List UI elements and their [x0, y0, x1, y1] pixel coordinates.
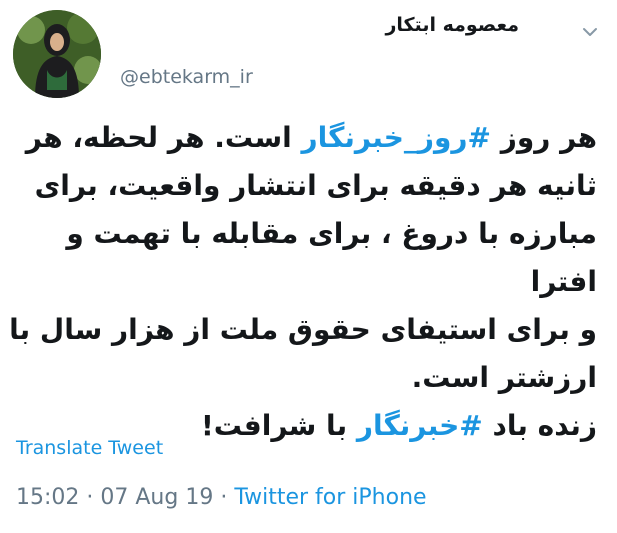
tweet-time[interactable]: 15:02: [16, 485, 79, 510]
meta-separator: ·: [213, 485, 235, 510]
tweet-line: ارزشتر است.: [411, 361, 597, 394]
text-segment: با شرافت!: [201, 409, 357, 442]
author-handle[interactable]: @ebtekarm_ir: [120, 66, 253, 88]
tweet-line: ثانیه هر دقیقه برای انتشار واقعیت، برای: [34, 169, 597, 202]
tweet-card: معصومه ابتکار @ebtekarm_ir هر روز #روز_خ…: [0, 0, 617, 533]
tweet-date[interactable]: 07 Aug 19: [100, 485, 213, 510]
avatar[interactable]: [13, 10, 101, 98]
profile-photo-icon: [13, 10, 101, 98]
author-display-name[interactable]: معصومه ابتکار: [385, 14, 519, 36]
hashtag-link[interactable]: #خبرنگار: [357, 409, 483, 442]
tweet-meta: 15:02 · 07 Aug 19 · Twitter for iPhone: [16, 485, 427, 510]
hashtag-link[interactable]: #روز_خبرنگار: [301, 121, 491, 154]
meta-separator: ·: [79, 485, 101, 510]
chevron-down-icon[interactable]: [582, 24, 598, 40]
translate-tweet-link[interactable]: Translate Tweet: [16, 437, 163, 459]
text-segment: هر روز: [491, 121, 597, 154]
text-segment: است. هر لحظه، هر: [25, 121, 302, 154]
tweet-line: هر روز #روز_خبرنگار است. هر لحظه، هر: [7, 114, 597, 162]
tweet-text: هر روز #روز_خبرنگار است. هر لحظه، هر ثان…: [7, 114, 597, 450]
text-segment: زنده باد: [482, 409, 598, 442]
tweet-line: مبارزه با دروغ ، برای مقابله با تهمت و ا…: [66, 217, 597, 298]
tweet-source-link[interactable]: Twitter for iPhone: [234, 485, 426, 510]
tweet-line: و برای استیفای حقوق ملت از هزار سال با: [9, 313, 597, 346]
